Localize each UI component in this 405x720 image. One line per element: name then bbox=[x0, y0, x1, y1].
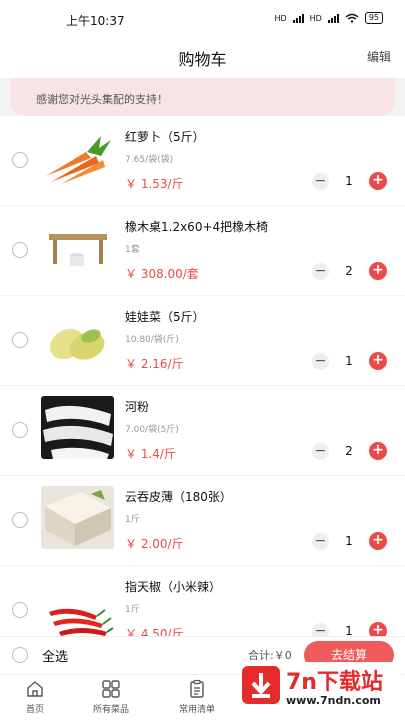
select-all-label[interactable]: 全选 bbox=[42, 646, 68, 665]
item-image-cabbage[interactable] bbox=[41, 306, 114, 369]
quantity-value: 2 bbox=[345, 444, 353, 458]
item-spec: 1套 bbox=[125, 245, 140, 255]
item-price: ￥ 308.00/套 bbox=[125, 267, 199, 281]
item-price: ￥ 1.53/斤 bbox=[125, 177, 184, 191]
status-icons: HD HD 95 bbox=[274, 12, 383, 24]
item-price: ￥ 2.16/斤 bbox=[125, 357, 184, 371]
plus-button[interactable]: + bbox=[369, 172, 387, 190]
battery-icon: 95 bbox=[364, 12, 383, 24]
quantity-value: 1 bbox=[345, 624, 353, 636]
notice-banner: 感谢您对光头集配的支持！ bbox=[10, 78, 395, 116]
quantity-stepper: − 2 + bbox=[312, 442, 387, 460]
item-spec: 7.65/袋(袋) bbox=[125, 155, 174, 165]
item-spec: 7.00/袋(5斤) bbox=[125, 425, 179, 435]
cart-item: 红萝卜（5斤） 7.65/袋(袋) ￥ 1.53/斤 − 1 + bbox=[0, 116, 405, 206]
item-image-table[interactable] bbox=[41, 216, 114, 279]
notice-text: 感谢您对光头集配的支持！ bbox=[36, 93, 168, 106]
wifi-icon bbox=[345, 13, 359, 23]
item-checkbox[interactable] bbox=[12, 422, 28, 438]
page-title: 购物车 bbox=[178, 50, 227, 69]
quantity-stepper: − 1 + bbox=[312, 622, 387, 636]
cart-item: 指天椒（小米辣） 1斤 ￥ 4.50/斤 − 1 + bbox=[0, 566, 405, 636]
signal-icon-2 bbox=[327, 13, 339, 23]
item-spec: 1斤 bbox=[125, 515, 140, 525]
download-icon bbox=[242, 666, 280, 704]
item-image-chili[interactable] bbox=[41, 576, 114, 636]
quantity-stepper: − 1 + bbox=[312, 172, 387, 190]
hd-label-2: HD bbox=[309, 13, 322, 23]
grid-icon bbox=[102, 680, 120, 698]
minus-button[interactable]: − bbox=[312, 262, 329, 280]
cart-item: 橡木桌1.2x60+4把橡木椅 1套 ￥ 308.00/套 − 2 + bbox=[0, 206, 405, 296]
watermark-brand: 7n下载站 bbox=[286, 670, 383, 695]
cart-item: 娃娃菜（5斤） 10.80/袋(斤) ￥ 2.16/斤 − 1 + bbox=[0, 296, 405, 386]
select-all-checkbox[interactable] bbox=[12, 647, 28, 663]
item-checkbox[interactable] bbox=[12, 332, 28, 348]
item-price: ￥ 1.4/斤 bbox=[125, 447, 176, 461]
quantity-value: 1 bbox=[345, 174, 353, 188]
minus-button[interactable]: − bbox=[312, 532, 329, 550]
minus-button[interactable]: − bbox=[312, 352, 329, 370]
item-image-carrot[interactable] bbox=[41, 126, 114, 189]
minus-button[interactable]: − bbox=[312, 442, 329, 460]
plus-button[interactable]: + bbox=[369, 262, 387, 280]
item-name: 橡木桌1.2x60+4把橡木椅 bbox=[125, 220, 269, 234]
quantity-stepper: − 1 + bbox=[312, 352, 387, 370]
item-spec: 1斤 bbox=[125, 605, 140, 615]
plus-button[interactable]: + bbox=[369, 352, 387, 370]
signal-icon bbox=[292, 13, 304, 23]
plus-button[interactable]: + bbox=[369, 622, 387, 636]
item-checkbox[interactable] bbox=[12, 602, 28, 618]
tab-label: 所有菜品 bbox=[92, 705, 129, 715]
item-checkbox[interactable] bbox=[12, 512, 28, 528]
item-price: ￥ 4.50/斤 bbox=[125, 627, 184, 636]
tab-label: 常用清单 bbox=[178, 705, 215, 715]
status-time: 上午10:37 bbox=[66, 14, 125, 28]
item-name: 娃娃菜（5斤） bbox=[125, 310, 205, 324]
item-checkbox[interactable] bbox=[12, 242, 28, 258]
tab-frequent-list[interactable]: 常用清单 bbox=[162, 679, 232, 715]
minus-button[interactable]: − bbox=[312, 622, 329, 636]
total-amount: 合计:￥0 bbox=[248, 649, 292, 662]
item-name: 云吞皮薄（180张） bbox=[125, 490, 232, 504]
item-spec: 10.80/袋(斤) bbox=[125, 335, 179, 345]
plus-button[interactable]: + bbox=[369, 532, 387, 550]
cart-list[interactable]: 红萝卜（5斤） 7.65/袋(袋) ￥ 1.53/斤 − 1 + 橡木桌1.2x… bbox=[0, 116, 405, 636]
item-name: 红萝卜（5斤） bbox=[125, 130, 205, 144]
item-checkbox[interactable] bbox=[12, 152, 28, 168]
quantity-stepper: − 2 + bbox=[312, 262, 387, 280]
status-bar: 上午10:37 HD HD 95 bbox=[0, 0, 405, 38]
quantity-value: 1 bbox=[345, 354, 353, 368]
quantity-value: 2 bbox=[345, 264, 353, 278]
item-image-wonton-wrapper[interactable] bbox=[41, 486, 114, 549]
quantity-value: 1 bbox=[345, 534, 353, 548]
tab-label: 首页 bbox=[25, 705, 44, 715]
watermark: 7n下载站 www.7ndn.com bbox=[240, 662, 400, 718]
item-image-rice-noodle[interactable] bbox=[41, 396, 114, 459]
item-name: 河粉 bbox=[125, 400, 150, 414]
watermark-url: www.7ndn.com bbox=[286, 694, 381, 707]
tab-all-dishes[interactable]: 所有菜品 bbox=[76, 679, 146, 715]
edit-button[interactable]: 编辑 bbox=[367, 48, 391, 65]
tab-home[interactable]: 首页 bbox=[0, 679, 70, 715]
home-icon bbox=[27, 681, 43, 697]
hd-label-1: HD bbox=[274, 13, 287, 23]
item-price: ￥ 2.00/斤 bbox=[125, 537, 184, 551]
item-name: 指天椒（小米辣） bbox=[125, 580, 222, 594]
minus-button[interactable]: − bbox=[312, 172, 329, 190]
plus-button[interactable]: + bbox=[369, 442, 387, 460]
nav-bar: 购物车 编辑 bbox=[0, 38, 405, 78]
cart-item: 河粉 7.00/袋(5斤) ￥ 1.4/斤 − 2 + bbox=[0, 386, 405, 476]
quantity-stepper: − 1 + bbox=[312, 532, 387, 550]
cart-item: 云吞皮薄（180张） 1斤 ￥ 2.00/斤 − 1 + bbox=[0, 476, 405, 566]
clipboard-icon bbox=[190, 679, 204, 698]
